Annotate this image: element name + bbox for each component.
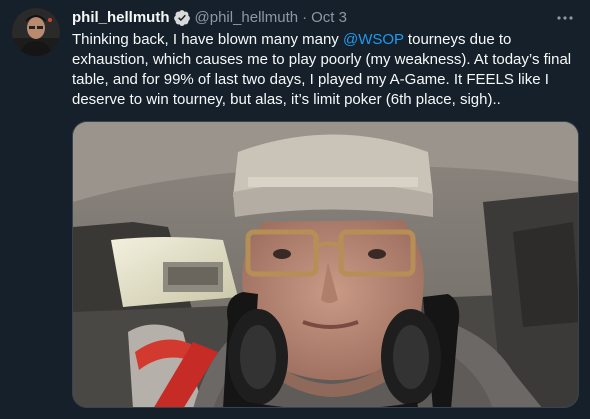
tweet-text: Thinking back, I have blown many many @W… [72, 30, 582, 110]
tweet-text-part1: Thinking back, I have blown many many [72, 31, 343, 48]
avatar[interactable] [12, 8, 60, 56]
mention-link[interactable]: @WSOP [343, 31, 404, 48]
separator-dot: · [302, 9, 308, 26]
tweet-header: phil_hellmuth @phil_hellmuth · Oct 3 [72, 8, 347, 28]
tweet-card[interactable]: phil_hellmuth @phil_hellmuth · Oct 3 Thi… [0, 0, 590, 419]
display-name[interactable]: phil_hellmuth [72, 8, 170, 28]
verified-badge-icon [173, 9, 191, 27]
more-horizontal-icon[interactable] [554, 9, 576, 27]
tweet-photo[interactable] [72, 121, 579, 408]
tweet-date[interactable]: Oct 3 [311, 8, 347, 28]
user-handle[interactable]: @phil_hellmuth [195, 8, 299, 28]
